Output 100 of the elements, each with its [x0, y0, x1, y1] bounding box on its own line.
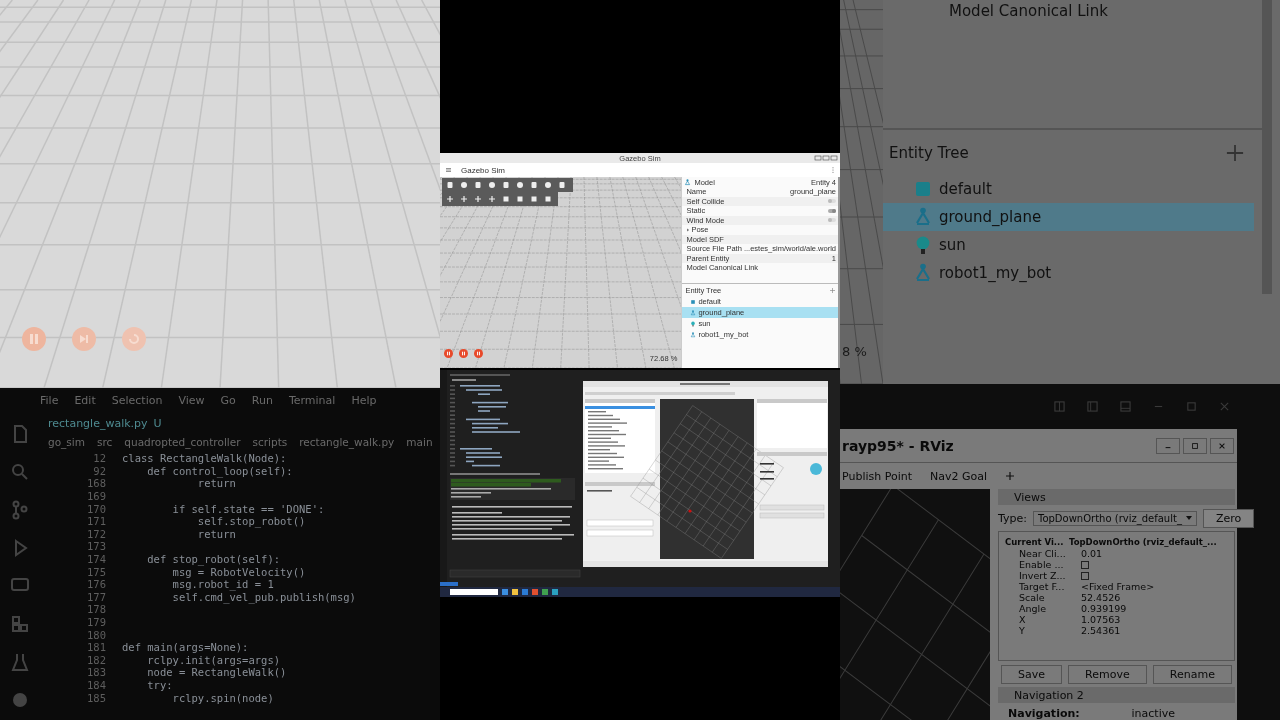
line-number: 92: [92, 464, 107, 477]
panel-header: Views: [998, 489, 1235, 505]
menu-item[interactable]: Go: [220, 393, 236, 407]
panel-icon[interactable]: [1120, 401, 1131, 412]
flask-icon[interactable]: [10, 652, 30, 672]
panel-button[interactable]: Save: [1001, 664, 1063, 684]
line-number: 175: [86, 565, 107, 578]
maximize-button[interactable]: [1183, 437, 1207, 454]
sidebar-icon[interactable]: [1087, 401, 1098, 412]
panel-button[interactable]: Rename: [1152, 664, 1232, 684]
breadcrumb-item[interactable]: quadropted_controller: [124, 436, 241, 448]
panel-button[interactable]: Remove: [1068, 664, 1147, 684]
code-line: rclpy.spin(node): [171, 691, 274, 704]
checkbox[interactable]: [1081, 571, 1089, 580]
property-name: Enable ...: [1018, 559, 1065, 570]
menu-icon[interactable]: [446, 168, 451, 172]
menu-item[interactable]: Run: [251, 393, 273, 407]
close-icon[interactable]: [1219, 401, 1230, 412]
view-type-dropdown[interactable]: TopDownOrtho (rviz_default_: [1033, 510, 1197, 526]
property-value: 0.939199: [1081, 603, 1127, 614]
code-line: msg = RobotVelocity(): [171, 565, 306, 578]
search-icon[interactable]: [10, 462, 30, 482]
toolbar-button[interactable]: Publish Point: [842, 469, 913, 483]
menu-item[interactable]: Selection: [111, 393, 163, 407]
expand-arrow-icon[interactable]: [686, 227, 691, 232]
breadcrumb-item[interactable]: scripts: [252, 436, 288, 448]
add-icon[interactable]: [1005, 471, 1016, 481]
tree-item[interactable]: default: [883, 175, 1254, 203]
property-value: <Fixed Frame>: [1081, 581, 1155, 592]
property-name: Model Canonical Link: [949, 2, 1108, 20]
toggle-switch[interactable]: [828, 199, 836, 204]
code-line: try:: [146, 679, 173, 691]
line-number: 177: [86, 590, 107, 603]
code-line: def main(args=None):: [122, 641, 249, 654]
tree-item[interactable]: robot1_my_bot: [883, 259, 1254, 287]
breadcrumb-item[interactable]: src: [96, 436, 113, 448]
code-line: return: [196, 527, 236, 540]
line-number: 183: [86, 666, 107, 679]
box-icon[interactable]: [446, 181, 454, 189]
menu-item[interactable]: Edit: [74, 393, 96, 407]
minimize-button[interactable]: [1156, 437, 1180, 454]
code-line: self.stop_robot(): [196, 515, 306, 528]
add-icon[interactable]: [1226, 144, 1244, 162]
code-line: def control_loop(self):: [146, 464, 293, 477]
toolbar-button[interactable]: Nav2 Goal: [930, 469, 988, 483]
line-number: 12: [92, 452, 107, 465]
cube-icon: [690, 298, 697, 305]
line-number: 172: [86, 527, 107, 540]
caret-icon: [1185, 516, 1192, 520]
blob-icon[interactable]: [10, 690, 30, 710]
sphere-icon[interactable]: [460, 181, 468, 189]
app-title: Gazebo Sim: [461, 165, 506, 175]
property-name: Invert Z...: [1018, 570, 1067, 581]
line-number: 169: [86, 490, 107, 503]
menu-item[interactable]: Terminal: [288, 393, 336, 407]
field-label: Navigation:: [1008, 707, 1080, 720]
breadcrumb-item[interactable]: go_sim: [48, 436, 85, 448]
layout-icon[interactable]: [1054, 401, 1065, 412]
toggle-switch[interactable]: [828, 218, 836, 223]
toggle-switch[interactable]: [828, 208, 836, 213]
zero-button[interactable]: Zero: [1202, 508, 1255, 528]
line-number: 182: [86, 653, 107, 666]
pause-button[interactable]: [444, 349, 453, 358]
property-name: X: [1018, 614, 1027, 625]
menu-item[interactable]: View: [178, 393, 205, 407]
editor-tab[interactable]: rectangle_walk.py U: [48, 416, 162, 430]
breadcrumb-item[interactable]: main: [406, 436, 433, 448]
line-number: 180: [86, 628, 107, 641]
property-name: Scale: [1018, 592, 1046, 603]
line-number: 178: [86, 603, 107, 616]
add-icon[interactable]: [830, 287, 835, 293]
code-line: def stop_robot(self):: [146, 553, 281, 566]
extensions-icon[interactable]: [10, 614, 30, 634]
property-name: Y: [1018, 625, 1026, 636]
menu-item[interactable]: File: [40, 393, 59, 407]
window-title: rayp95* - RViz: [842, 437, 954, 454]
close-button[interactable]: [1210, 437, 1234, 454]
zoom-level: 8 %: [842, 344, 867, 359]
tree-item[interactable]: sun: [883, 231, 1254, 259]
menu-item[interactable]: Help: [351, 393, 377, 407]
code-line: node = RectangleWalk(): [146, 666, 287, 679]
code-line: class RectangleWalk(Node):: [122, 452, 287, 465]
line-number: 184: [86, 679, 107, 691]
breadcrumb-item[interactable]: rectangle_walk.py: [299, 436, 395, 448]
field-label: Type:: [998, 511, 1027, 525]
maximize-icon[interactable]: [1186, 401, 1197, 412]
panel-title: Entity Tree: [889, 144, 969, 162]
property-value: 0.01: [1081, 548, 1103, 559]
checkbox[interactable]: [1081, 560, 1089, 569]
tree-item[interactable]: ground_plane: [883, 203, 1254, 231]
branch-icon[interactable]: [10, 500, 30, 520]
line-number: 171: [86, 515, 107, 528]
cube-icon: [913, 179, 933, 199]
model-icon: [913, 263, 933, 283]
maximize-icon: [1191, 441, 1199, 450]
property-value: TopDownOrtho (rviz_default_...: [1069, 536, 1217, 547]
line-number: 170: [86, 502, 107, 515]
close-icon: [1218, 441, 1226, 450]
model-icon: [684, 178, 692, 186]
window-controls-icon[interactable]: [814, 155, 838, 161]
